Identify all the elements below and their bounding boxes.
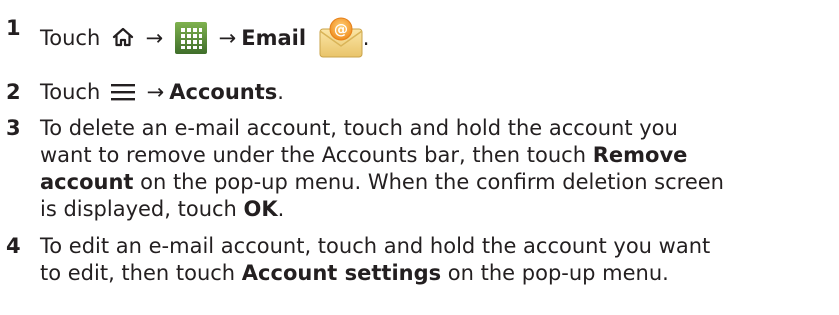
text-segment: To delete an e-mail account, touch and h… [40, 116, 678, 140]
remove-label: Remove [592, 143, 688, 167]
step-touch-text: Touch [40, 80, 101, 104]
account-settings-label: Account settings [241, 261, 442, 285]
step-number: 2 [6, 80, 21, 104]
step-text: Touch → Accounts. [40, 79, 284, 106]
step-touch-text: Touch [40, 26, 101, 50]
home-icon [112, 27, 134, 47]
text-line: is displayed, touch OK. [40, 196, 724, 223]
text-line: account on the pop-up menu. When the con… [40, 169, 724, 196]
step-number: 1 [6, 16, 21, 40]
email-envelope-icon: @ [319, 17, 363, 58]
text-line: to edit, then touch Account settings on … [40, 260, 710, 287]
step-text: To edit an e-mail account, touch and hol… [40, 233, 710, 287]
text-line: want to remove under the Accounts bar, t… [40, 142, 724, 169]
arrow: → [145, 26, 164, 50]
text-line: To delete an e-mail account, touch and h… [40, 115, 724, 142]
text-segment: want to remove under the Accounts bar, t… [40, 143, 593, 167]
step-text: To delete an e-mail account, touch and h… [40, 115, 724, 223]
text-segment: to edit, then touch [40, 261, 242, 285]
email-label: Email [241, 26, 307, 50]
apps-grid-icon [174, 22, 207, 54]
step-text: Touch → → Email @ . [40, 15, 369, 59]
text-line: To edit an e-mail account, touch and hol… [40, 233, 710, 260]
text-segment: is displayed, touch [40, 197, 244, 221]
menu-hamburger-icon [110, 84, 135, 101]
step-end: . [362, 26, 370, 50]
step-end: . [277, 80, 284, 104]
ok-label: OK [243, 197, 278, 221]
step-number: 3 [6, 116, 21, 140]
text-segment: . [277, 197, 285, 221]
svg-text:@: @ [334, 22, 348, 38]
text-segment: on the pop-up menu. [441, 261, 669, 285]
accounts-label: Accounts [169, 80, 278, 104]
text-segment: on the pop-up menu. When the confirm del… [133, 170, 724, 194]
account-label: account [40, 170, 134, 194]
step-number: 4 [6, 234, 21, 258]
text-segment: To edit an e-mail account, touch and hol… [40, 234, 711, 258]
arrow: → [218, 26, 237, 50]
arrow: → [146, 80, 165, 104]
